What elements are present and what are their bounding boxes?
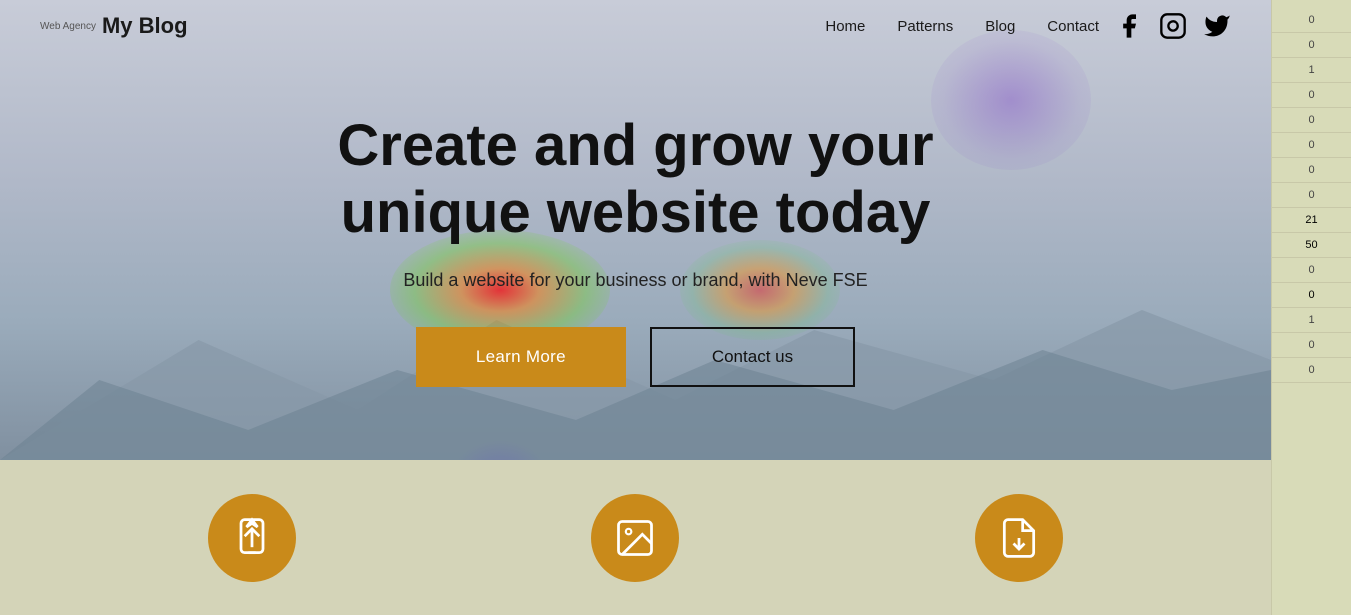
sidebar-item-0: 0 — [1272, 8, 1351, 33]
sidebar-item-13: 0 — [1272, 333, 1351, 358]
main-content: Web Agency My Blog Home Patterns Blog Co… — [0, 0, 1271, 615]
nav-patterns[interactable]: Patterns — [897, 18, 953, 35]
nav-blog[interactable]: Blog — [985, 18, 1015, 35]
sidebar: 0 0 1 0 0 0 0 0 21 50 0 0 1 0 0 — [1271, 0, 1351, 615]
sidebar-item-9: 50 — [1272, 233, 1351, 258]
sidebar-item-2: 1 — [1272, 58, 1351, 83]
sidebar-item-12: 1 — [1272, 308, 1351, 333]
bottom-icon-download — [975, 494, 1063, 582]
nav-home[interactable]: Home — [825, 18, 865, 35]
sidebar-item-14: 0 — [1272, 358, 1351, 383]
image-icon — [613, 516, 657, 560]
sidebar-item-5: 0 — [1272, 133, 1351, 158]
hero-subtitle: Build a website for your business or bra… — [337, 270, 933, 291]
header: Web Agency My Blog Home Patterns Blog Co… — [0, 0, 1271, 52]
twitter-icon[interactable] — [1203, 12, 1231, 40]
hero-buttons: Learn More Contact us — [337, 327, 933, 387]
sidebar-item-1: 0 — [1272, 33, 1351, 58]
brand-title: My Blog — [102, 13, 188, 39]
sidebar-item-4: 0 — [1272, 108, 1351, 133]
social-icons — [1115, 12, 1231, 40]
hero-content: Create and grow your unique website toda… — [337, 73, 933, 387]
sidebar-item-3: 0 — [1272, 83, 1351, 108]
nav-contact[interactable]: Contact — [1047, 18, 1099, 35]
brand-label: Web Agency — [40, 21, 96, 32]
sidebar-item-7: 0 — [1272, 183, 1351, 208]
bottom-icon-lightning — [208, 494, 296, 582]
main-nav: Home Patterns Blog Contact — [825, 18, 1099, 35]
sidebar-item-8: 21 — [1272, 208, 1351, 233]
hero-title: Create and grow your unique website toda… — [337, 113, 933, 246]
sidebar-item-11: 0 — [1272, 283, 1351, 308]
facebook-icon[interactable] — [1115, 12, 1143, 40]
lightning-icon — [230, 516, 274, 560]
download-icon — [997, 516, 1041, 560]
instagram-icon[interactable] — [1159, 12, 1187, 40]
sidebar-item-10: 0 — [1272, 258, 1351, 283]
contact-us-button[interactable]: Contact us — [650, 327, 855, 387]
hero-section: Create and grow your unique website toda… — [0, 0, 1271, 460]
bottom-icon-image — [591, 494, 679, 582]
sidebar-item-6: 0 — [1272, 158, 1351, 183]
learn-more-button[interactable]: Learn More — [416, 327, 626, 387]
bottom-section — [0, 460, 1271, 615]
